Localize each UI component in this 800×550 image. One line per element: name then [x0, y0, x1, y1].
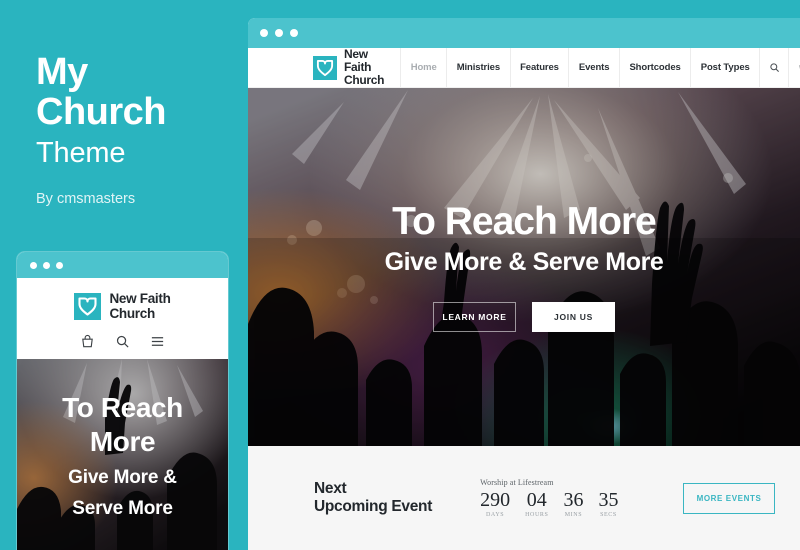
countdown-hours: 04 HOURS [525, 489, 549, 519]
brand-line2: Church [109, 305, 155, 321]
countdown-days-value: 290 [480, 489, 511, 511]
window-dot-2 [43, 261, 50, 269]
mobile-header: New Faith Church [17, 278, 228, 359]
hero-headline: To Reach More [392, 200, 657, 243]
hero-subheadline: Give More & Serve More [384, 248, 664, 276]
window-dot-2 [275, 29, 283, 37]
mobile-icon-row [17, 334, 228, 349]
mobile-brand-text: New Faith Church [109, 291, 171, 321]
nav-item-events[interactable]: Events [568, 48, 619, 87]
mobile-hero-headline-2: More [89, 426, 156, 457]
promo-byline: By cmsmasters [36, 191, 136, 207]
more-events-button[interactable]: MORE EVENTS [683, 482, 775, 514]
mobile-window-bar [17, 252, 228, 278]
mobile-hero-copy: To Reach More Give More & Serve More [17, 391, 228, 521]
hamburger-menu-icon[interactable] [150, 334, 165, 349]
nav-item-features[interactable]: Features [509, 48, 569, 87]
search-icon[interactable] [115, 334, 130, 349]
countdown-hours-value: 04 [526, 489, 547, 511]
nav-item-post-types[interactable]: Post Types [690, 48, 759, 87]
countdown-secs-value: 35 [598, 489, 619, 511]
event-title: Next Upcoming Event [314, 480, 432, 516]
join-us-button[interactable]: JOIN US [532, 302, 615, 332]
cart-icon[interactable] [788, 48, 800, 87]
event-title-line2: Upcoming Event [314, 498, 433, 515]
desktop-preview: New Faith Church Home Ministries Feature… [248, 18, 800, 550]
learn-more-button[interactable]: LEARN MORE [433, 302, 516, 332]
hero-section: To Reach More Give More & Serve More LEA… [248, 88, 800, 446]
hero-copy: To Reach More Give More & Serve More LEA… [248, 200, 800, 332]
site-navbar: New Faith Church Home Ministries Feature… [248, 48, 800, 88]
countdown-mins-value: 36 [563, 489, 584, 511]
browser-window-bar [248, 18, 800, 48]
hero-button-group: LEARN MORE JOIN US [248, 302, 800, 332]
countdown-mins: 36 MINS [563, 489, 584, 519]
countdown-hours-unit: HOURS [525, 512, 549, 518]
nav-item-shortcodes[interactable]: Shortcodes [618, 48, 690, 87]
search-icon[interactable] [759, 48, 788, 87]
countdown-days-unit: DAYS [486, 512, 505, 518]
countdown-days: 290 DAYS [480, 489, 511, 519]
mobile-hero: To Reach More Give More & Serve More [17, 359, 228, 550]
window-dot-1 [260, 29, 268, 37]
mobile-brand[interactable]: New Faith Church [17, 291, 228, 321]
countdown-mins-unit: MINS [564, 512, 583, 518]
event-name: Worship at Lifestream [480, 478, 554, 487]
heart-shield-icon [313, 55, 337, 80]
mobile-preview: New Faith Church To Reach More Give More… [17, 252, 228, 550]
promo-title-line1: My [36, 51, 88, 93]
heart-shield-icon [74, 293, 102, 320]
site-brand[interactable]: New Faith Church [313, 48, 400, 87]
site-brand-text: New Faith Church [344, 47, 385, 87]
nav-item-ministries[interactable]: Ministries [446, 48, 509, 87]
countdown-secs: 35 SECS [598, 489, 619, 519]
page-root: My Church Theme By cmsmasters New Faith … [0, 0, 800, 550]
window-dot-3 [56, 261, 63, 269]
mobile-hero-sub-1: Give More & [68, 467, 177, 488]
promo-subtitle: Theme [36, 137, 126, 169]
brand-line2: Church [344, 73, 385, 87]
cart-icon[interactable] [80, 334, 95, 349]
promo-title-line2: Church [36, 91, 167, 133]
nav-menu: Home Ministries Features Events Shortcod… [400, 48, 800, 87]
countdown-row: 290 DAYS 04 HOURS 36 MINS 35 SECS [480, 489, 619, 519]
brand-line1: New Faith [344, 47, 372, 74]
event-title-line1: Next [314, 480, 347, 497]
upcoming-event-section: Next Upcoming Event Worship at Lifestrea… [248, 446, 800, 550]
brand-line1: New Faith [109, 291, 171, 306]
event-countdown: Worship at Lifestream 290 DAYS 04 HOURS … [480, 478, 618, 518]
countdown-secs-unit: SECS [600, 512, 617, 518]
mobile-hero-headline-1: To Reach [62, 392, 183, 423]
window-dot-1 [30, 261, 37, 269]
window-dot-3 [290, 29, 298, 37]
nav-item-home[interactable]: Home [400, 48, 446, 87]
mobile-hero-sub-2: Serve More [72, 498, 173, 519]
